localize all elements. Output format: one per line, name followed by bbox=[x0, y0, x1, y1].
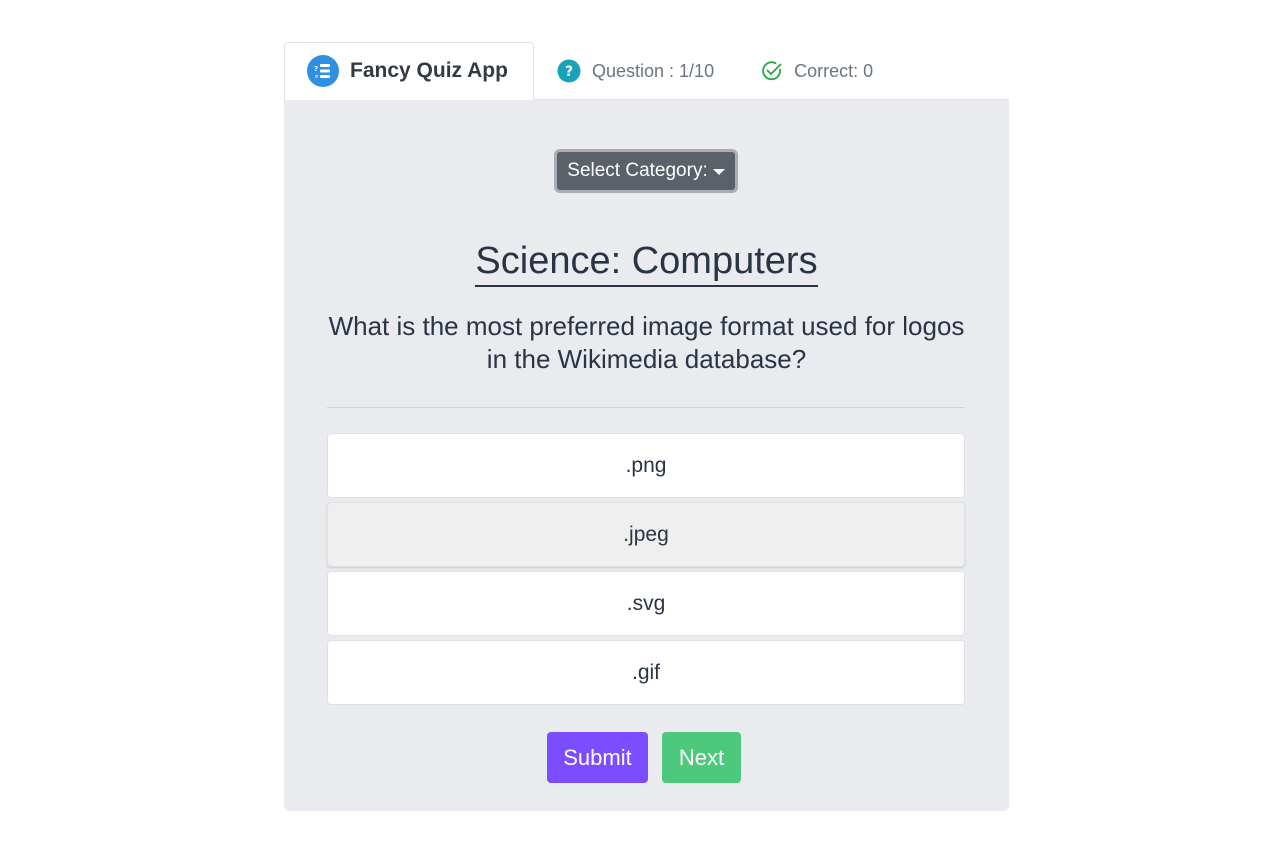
check-circle-icon bbox=[761, 60, 783, 82]
divider bbox=[327, 407, 965, 408]
category-title-text: Science: Computers bbox=[475, 240, 818, 287]
question-text: What is the most preferred image format … bbox=[328, 311, 965, 374]
action-buttons: Submit Next bbox=[284, 732, 1009, 783]
svg-text:≡: ≡ bbox=[315, 74, 319, 80]
question-counter: Question : 1/10 bbox=[592, 60, 715, 81]
answer-list: .png .jpeg .svg .gif bbox=[327, 433, 965, 709]
header-tabs: ? ≡ Fancy Quiz App ? Question : 1/10 Cor… bbox=[284, 42, 1009, 100]
answer-option-svg[interactable]: .svg bbox=[327, 571, 965, 636]
answer-option-png[interactable]: .png bbox=[327, 433, 965, 498]
quiz-app: ? ≡ Fancy Quiz App ? Question : 1/10 Cor… bbox=[284, 42, 1009, 811]
question-circle-icon: ? bbox=[557, 59, 581, 83]
category-title: Science: Computers bbox=[284, 240, 1009, 287]
tab-correct-counter: Correct: 0 bbox=[739, 45, 896, 97]
quiz-card: Select Category: Science: Computers What… bbox=[284, 100, 1009, 811]
tab-question-counter: ? Question : 1/10 bbox=[534, 45, 737, 97]
submit-button[interactable]: Submit bbox=[547, 732, 648, 783]
quiz-list-icon: ? ≡ bbox=[307, 55, 339, 87]
caret-down-icon bbox=[712, 169, 725, 175]
svg-text:?: ? bbox=[314, 65, 318, 73]
category-dropdown-label: Select Category: bbox=[567, 160, 708, 181]
correct-counter: Correct: 0 bbox=[794, 60, 874, 81]
answer-option-gif[interactable]: .gif bbox=[327, 640, 965, 705]
brand-label: Fancy Quiz App bbox=[350, 59, 508, 82]
category-dropdown-button[interactable]: Select Category: bbox=[554, 149, 738, 193]
tab-brand[interactable]: ? ≡ Fancy Quiz App bbox=[284, 42, 534, 100]
answer-option-jpeg[interactable]: .jpeg bbox=[327, 502, 965, 567]
next-button[interactable]: Next bbox=[662, 732, 741, 783]
svg-text:?: ? bbox=[565, 64, 573, 80]
